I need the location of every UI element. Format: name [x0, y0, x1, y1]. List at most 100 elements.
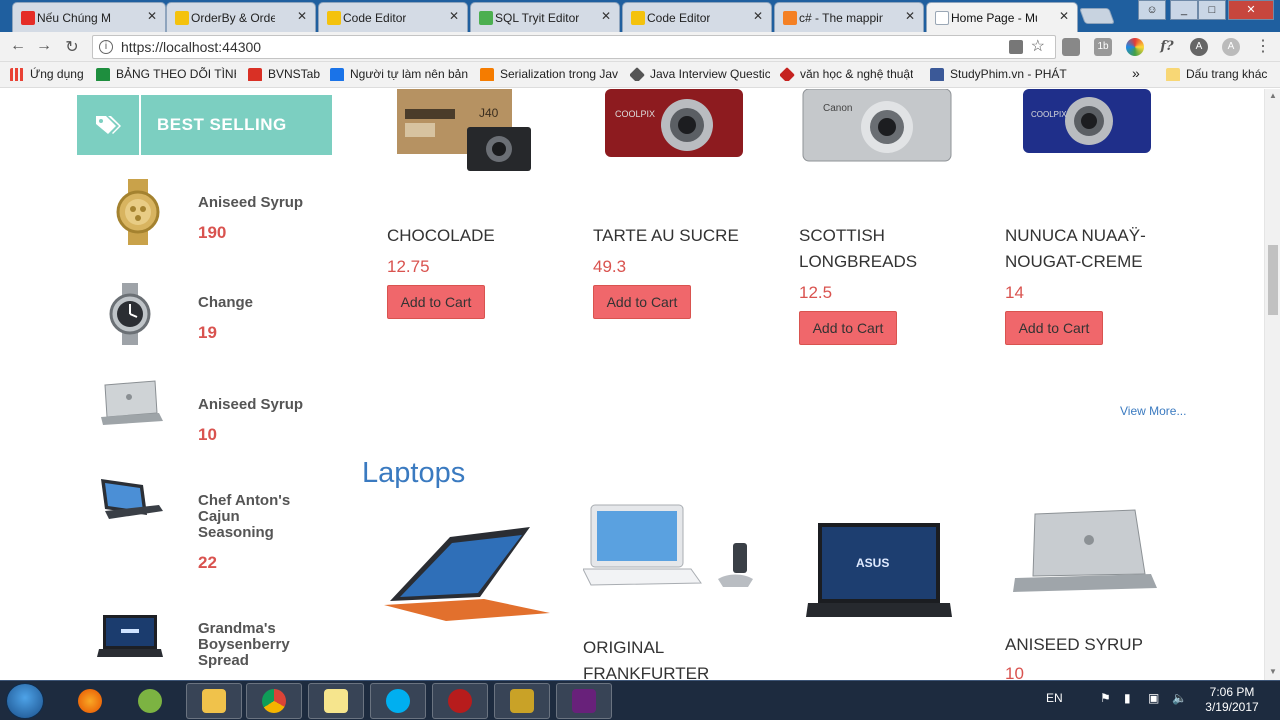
- best-selling-item[interactable]: Aniseed Syrup 10: [95, 375, 335, 455]
- product-card: ORIGINAL FRANKFURTER: [583, 499, 773, 680]
- bookmark-item[interactable]: StudyPhim.vn - PHÁT: [930, 67, 1067, 81]
- tab-close-icon[interactable]: ✕: [147, 9, 157, 23]
- add-to-cart-button[interactable]: Add to Cart: [387, 285, 485, 319]
- volume-icon[interactable]: 🔈: [1172, 691, 1187, 705]
- bookmark-item[interactable]: Serialization trong Jav: [480, 67, 618, 81]
- bookmark-label: StudyPhim.vn - PHÁT: [950, 67, 1067, 81]
- tab-close-icon[interactable]: ✕: [297, 9, 307, 23]
- best-selling-item[interactable]: Chef Anton's Cajun Seasoning 22: [95, 471, 335, 581]
- skype-icon[interactable]: [370, 683, 426, 719]
- network-icon[interactable]: ▣: [1148, 691, 1159, 705]
- item-name[interactable]: Change: [198, 295, 318, 311]
- bookmark-item[interactable]: văn học & nghệ thuật: [780, 67, 913, 81]
- explorer-icon[interactable]: [186, 683, 242, 719]
- browser-tab-2[interactable]: OrderBy & Order ✕: [166, 2, 316, 32]
- product-name[interactable]: CHOCOLADE: [387, 223, 577, 249]
- orange-laptop-image[interactable]: [380, 509, 555, 629]
- system-clock[interactable]: 7:06 PM 3/19/2017: [1200, 685, 1264, 715]
- bookmark-apps[interactable]: Ứng dụng: [10, 67, 84, 81]
- info-icon[interactable]: i: [99, 40, 113, 54]
- tab-close-icon[interactable]: ✕: [1059, 9, 1069, 23]
- chrome-icon[interactable]: [246, 683, 302, 719]
- other-bookmarks[interactable]: Dấu trang khác: [1166, 67, 1267, 81]
- product-name[interactable]: TARTE AU SUCRE: [593, 223, 783, 249]
- product-name[interactable]: ANISEED SYRUP: [1005, 632, 1195, 658]
- start-button[interactable]: [6, 683, 44, 719]
- best-selling-item[interactable]: Change 19: [95, 279, 335, 359]
- silver-dell-laptop-image[interactable]: [1005, 504, 1165, 614]
- function-icon[interactable]: f?: [1158, 38, 1176, 56]
- product-name[interactable]: NUNUCA NUAAŸ-NOUGAT-CREME: [1005, 223, 1195, 275]
- add-to-cart-button[interactable]: Add to Cart: [593, 285, 691, 319]
- flag-icon[interactable]: ⚑: [1100, 691, 1111, 705]
- product-name[interactable]: SCOTTISH LONGBREADS: [799, 223, 989, 275]
- spy-icon[interactable]: [432, 683, 488, 719]
- tools-icon[interactable]: [494, 683, 550, 719]
- extension-icon[interactable]: 1b: [1094, 38, 1112, 56]
- black-asus-laptop-image[interactable]: ASUS: [804, 519, 954, 629]
- maximize-button[interactable]: □: [1198, 0, 1226, 20]
- tab-close-icon[interactable]: ✕: [601, 9, 611, 23]
- bookmark-item[interactable]: Người tự làm nên bản: [330, 67, 468, 81]
- item-name[interactable]: Aniseed Syrup: [198, 397, 318, 413]
- tab-close-icon[interactable]: ✕: [449, 9, 459, 23]
- adblock-icon[interactable]: A: [1190, 38, 1208, 56]
- item-name[interactable]: Aniseed Syrup: [198, 195, 318, 211]
- browser-tab-3[interactable]: Code Editor ✕: [318, 2, 468, 32]
- translate-icon[interactable]: [1009, 40, 1023, 54]
- scroll-down-icon[interactable]: ▼: [1269, 667, 1277, 676]
- add-to-cart-button[interactable]: Add to Cart: [1005, 311, 1103, 345]
- forward-icon[interactable]: →: [34, 37, 54, 55]
- tab-close-icon[interactable]: ✕: [905, 9, 915, 23]
- silver-canon-camera-image[interactable]: Canon: [799, 89, 959, 179]
- page-scrollbar[interactable]: ▲ ▼: [1264, 89, 1280, 680]
- item-name[interactable]: Grandma's Boysenberry Spread: [198, 621, 318, 669]
- notes-icon[interactable]: [308, 683, 364, 719]
- angular-icon[interactable]: A: [1222, 38, 1240, 56]
- url-text[interactable]: https://localhost:44300: [121, 39, 261, 55]
- product-name[interactable]: ORIGINAL FRANKFURTER: [583, 635, 773, 680]
- w3-icon: [479, 11, 493, 25]
- red-nikon-camera-image[interactable]: COOLPIX: [593, 89, 753, 179]
- item-name[interactable]: Chef Anton's Cajun Seasoning: [198, 493, 318, 541]
- scroll-up-icon[interactable]: ▲: [1269, 91, 1277, 100]
- fujifilm-camera-image[interactable]: J40: [387, 89, 547, 179]
- best-selling-item[interactable]: Grandma's Boysenberry Spread: [95, 607, 335, 680]
- page-icon: [175, 11, 189, 25]
- add-to-cart-button[interactable]: Add to Cart: [799, 311, 897, 345]
- firefox-icon[interactable]: [62, 683, 118, 719]
- view-more-link[interactable]: View More...: [1120, 404, 1186, 418]
- new-tab-button[interactable]: [1079, 8, 1115, 24]
- tab-close-icon[interactable]: ✕: [753, 9, 763, 23]
- bookmark-item[interactable]: BẢNG THEO DÕI TÌNH: [96, 67, 236, 81]
- language-indicator[interactable]: EN: [1046, 691, 1063, 705]
- bookmark-item[interactable]: Java Interview Questic: [630, 67, 770, 81]
- browser-tab-active[interactable]: Home Page - Mu ✕: [926, 2, 1078, 32]
- browser-tab-4[interactable]: SQL Tryit Editor v ✕: [470, 2, 620, 32]
- bookmark-label: BVNSTab: [268, 67, 321, 81]
- cast-icon[interactable]: [1062, 38, 1080, 56]
- bookmark-star-icon[interactable]: ☆: [1031, 36, 1045, 58]
- user-icon[interactable]: ☺: [1138, 0, 1166, 20]
- visual-studio-icon[interactable]: [556, 683, 612, 719]
- browser-tab-1[interactable]: Nếu Chúng M ✕: [12, 2, 166, 32]
- close-window-button[interactable]: ✕: [1228, 0, 1274, 20]
- color-picker-icon[interactable]: [1126, 38, 1144, 56]
- scrollbar-thumb[interactable]: [1268, 245, 1278, 315]
- minimize-button[interactable]: _: [1170, 0, 1198, 20]
- address-bar[interactable]: i https://localhost:44300 ☆: [92, 35, 1056, 59]
- steel-watch-image: [109, 283, 151, 345]
- menu-icon[interactable]: ⋮: [1254, 38, 1272, 56]
- browser-tab-5[interactable]: Code Editor ✕: [622, 2, 772, 32]
- bookmarks-overflow-icon[interactable]: »: [1132, 65, 1140, 81]
- blue-nikon-camera-image[interactable]: COOLPIX: [1005, 89, 1165, 179]
- back-icon[interactable]: ←: [8, 37, 28, 55]
- bookmarks-bar: Ứng dụng BẢNG THEO DÕI TÌNH BVNSTab Ngườ…: [0, 62, 1280, 88]
- unikey-icon[interactable]: [122, 683, 178, 719]
- battery-icon[interactable]: ▮: [1124, 691, 1131, 705]
- reload-icon[interactable]: ↻: [62, 37, 82, 57]
- white-laptop-image[interactable]: [583, 499, 758, 609]
- bookmark-item[interactable]: BVNSTab: [248, 67, 320, 81]
- browser-tab-6[interactable]: c# - The mapping ✕: [774, 2, 924, 32]
- best-selling-item[interactable]: Aniseed Syrup 190: [95, 177, 335, 257]
